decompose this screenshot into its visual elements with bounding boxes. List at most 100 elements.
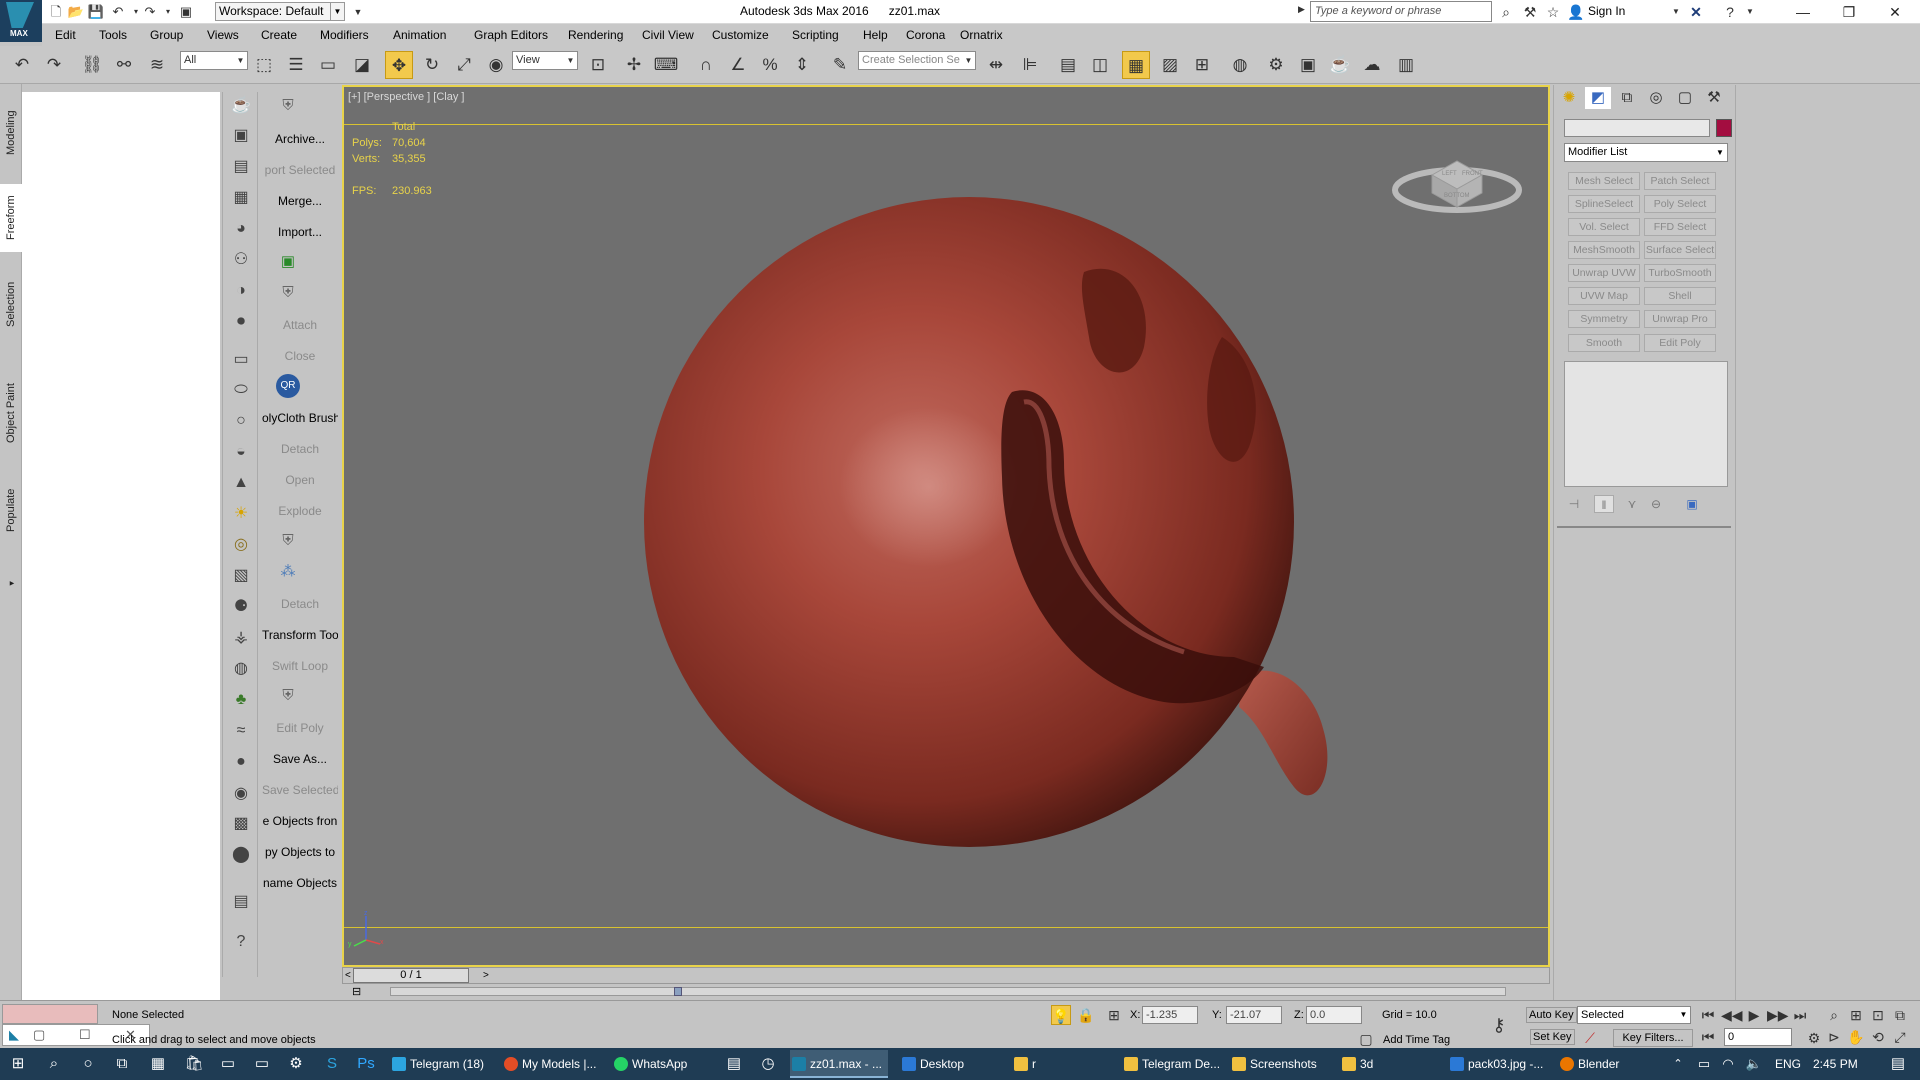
sphere-icon[interactable]: ○	[229, 409, 253, 433]
binoculars-icon[interactable]: ⌕	[1496, 2, 1516, 22]
save-selected-button[interactable]: Save Selected	[262, 783, 338, 797]
create-tab-icon[interactable]: ✺	[1556, 87, 1582, 109]
render-icon[interactable]: ◑	[229, 279, 253, 303]
sky-icon[interactable]: ◎	[229, 533, 253, 557]
light-lister-icon[interactable]: ◕	[229, 217, 253, 241]
track-filter-icon[interactable]: ⊟	[352, 985, 361, 998]
select-and-place-icon[interactable]: ◉	[482, 51, 510, 79]
app-mini-icon[interactable]: ◣	[9, 1027, 19, 1043]
undo-icon[interactable]: ↶	[108, 2, 128, 22]
search-input[interactable]: Type a keyword or phrase	[1310, 1, 1492, 22]
keyboard-shortcut-override-icon[interactable]: ⌨	[652, 51, 680, 79]
sign-in-link[interactable]: Sign In	[1588, 4, 1625, 18]
snaps-toggle-icon[interactable]: ∩	[692, 51, 720, 79]
edit-poly-button[interactable]: Edit Poly	[262, 721, 338, 735]
rendering-options-icon[interactable]: ▥	[1392, 51, 1420, 79]
menu-group[interactable]: Group	[150, 28, 183, 42]
menu-customize[interactable]: Customize	[712, 28, 769, 42]
next-frame-icon[interactable]: ▶▶	[1767, 1005, 1789, 1025]
hierarchy-tab-icon[interactable]: ⧉	[1614, 87, 1640, 109]
file-explorer-icon[interactable]: ▭	[214, 1052, 242, 1076]
maxscript-listener[interactable]	[2, 1004, 98, 1024]
help-icon[interactable]: ?	[1720, 2, 1740, 22]
material-sphere-icon[interactable]: ◉	[229, 782, 253, 806]
disc-icon[interactable]: ⬭	[229, 378, 253, 402]
key-mode-toggle-icon[interactable]: ⏮	[1698, 1027, 1718, 1047]
project-folder-icon[interactable]: ▣	[176, 2, 196, 22]
maximize-mini-icon[interactable]: ☐	[79, 1027, 91, 1043]
exchange-apps-icon[interactable]: ✕	[1686, 2, 1706, 22]
key-mode-dropdown[interactable]: Selected ▼	[1577, 1006, 1691, 1024]
menu-edit[interactable]: Edit	[55, 28, 76, 42]
vol-select-button[interactable]: Vol. Select	[1568, 218, 1640, 236]
redo-icon[interactable]: ↷	[40, 51, 68, 79]
task-desktop[interactable]: Desktop	[900, 1050, 1002, 1078]
camera-icon[interactable]: ⚇	[229, 248, 253, 272]
qr-icon[interactable]: QR	[276, 374, 300, 398]
skype-icon[interactable]: S	[318, 1052, 346, 1076]
task-view-icon[interactable]: ⧉	[108, 1052, 136, 1076]
time-slider[interactable]: < 0 / 1 >	[342, 967, 1550, 984]
attach-list-icon[interactable]: ▣	[276, 250, 300, 274]
volume-icon[interactable]: 🔈	[1740, 1052, 1768, 1076]
time-slider-thumb[interactable]: 0 / 1	[353, 968, 469, 983]
grid-object-icon[interactable]: ▧	[229, 564, 253, 588]
render-frame-icon[interactable]: ▣	[229, 124, 253, 148]
previous-frame-icon[interactable]: ◀◀	[1721, 1005, 1743, 1025]
y-coord-field[interactable]: -21.07	[1226, 1006, 1282, 1024]
current-frame-marker[interactable]	[674, 987, 682, 996]
select-and-rotate-icon[interactable]: ↻	[418, 51, 446, 79]
particle-icon[interactable]: ⚈	[229, 595, 253, 619]
rename-objects-button[interactable]: name Objects	[262, 876, 338, 890]
link-icon[interactable]: ⛓	[78, 51, 106, 79]
track-bar-area[interactable]	[390, 987, 1506, 996]
toggle-layer-explorer-icon[interactable]: ◫	[1086, 51, 1114, 79]
swift-loop-button[interactable]: Swift Loop	[262, 659, 338, 673]
auto-key-button[interactable]: Auto Key	[1526, 1007, 1577, 1023]
undo-icon[interactable]: ↶	[8, 51, 36, 79]
modifier-stack[interactable]	[1564, 361, 1728, 487]
symmetry-button[interactable]: Symmetry	[1568, 310, 1640, 328]
workspace-dropdown[interactable]: Workspace: Default ▼	[215, 2, 345, 21]
menu-graph-editors[interactable]: Graph Editors	[474, 28, 548, 42]
time-configuration-icon[interactable]: ⚙	[1804, 1028, 1824, 1048]
file-list-icon[interactable]: ▤	[229, 890, 253, 914]
key-filters-button[interactable]: Key Filters...	[1613, 1029, 1693, 1047]
signin-dropdown-icon[interactable]: ▼	[1666, 2, 1686, 22]
menu-ornatrix[interactable]: Ornatrix	[960, 28, 1003, 42]
geosphere-icon[interactable]: ◒	[229, 440, 253, 464]
cone-icon[interactable]: ▲	[229, 471, 253, 495]
sphere-blue-icon[interactable]: ⬤	[229, 843, 253, 867]
clock-icon[interactable]: ◷	[754, 1052, 782, 1076]
scene-explorer-icon[interactable]: ▦	[229, 186, 253, 210]
photoshop-icon[interactable]: Ps	[352, 1052, 380, 1076]
poly-select-button[interactable]: Poly Select	[1644, 195, 1716, 213]
zoom-extents-icon[interactable]: ⊡	[1868, 1005, 1888, 1025]
menu-create[interactable]: Create	[261, 28, 297, 42]
clock-time[interactable]: 2:45 PM	[1813, 1057, 1858, 1071]
pan-view-icon[interactable]: ✋	[1846, 1027, 1866, 1047]
curve-editor-icon[interactable]: ▨	[1156, 51, 1184, 79]
object-name-field[interactable]	[1564, 119, 1710, 137]
isolate-selection-icon[interactable]: 💡	[1051, 1005, 1071, 1025]
attach-button[interactable]: Attach	[262, 318, 338, 332]
play-icon[interactable]: ▶	[1744, 1005, 1764, 1025]
select-and-scale-icon[interactable]: ⤢	[450, 51, 478, 79]
tab-freeform[interactable]: Freeform	[0, 184, 22, 252]
tab-selection[interactable]: Selection	[0, 272, 22, 336]
schematic-view-icon[interactable]: ⊞	[1188, 51, 1216, 79]
time-next-button[interactable]: >	[483, 968, 489, 983]
settings-gear-icon[interactable]: ⚙	[282, 1052, 310, 1076]
mirror-icon[interactable]: ⇹	[982, 51, 1010, 79]
field-of-view-icon[interactable]: ⊳	[1824, 1027, 1844, 1047]
perspective-viewport[interactable]: [+] [Perspective ] [Clay ] Total Polys: 7…	[342, 85, 1550, 967]
go-to-end-icon[interactable]: ⏭	[1790, 1005, 1810, 1025]
window-crossing-icon[interactable]: ◪	[348, 51, 376, 79]
named-selection-dropdown[interactable]: Create Selection Se ▼	[858, 51, 976, 70]
asset-icon[interactable]: ▩	[229, 812, 253, 836]
helper-icon[interactable]: ⚶	[229, 626, 253, 650]
make-unique-icon[interactable]: ⋎	[1622, 495, 1642, 513]
task-screenshots[interactable]: Screenshots	[1230, 1050, 1330, 1078]
absolute-relative-icon[interactable]: ⊞	[1104, 1005, 1124, 1025]
task-telegram[interactable]: Telegram (18)	[390, 1050, 490, 1078]
